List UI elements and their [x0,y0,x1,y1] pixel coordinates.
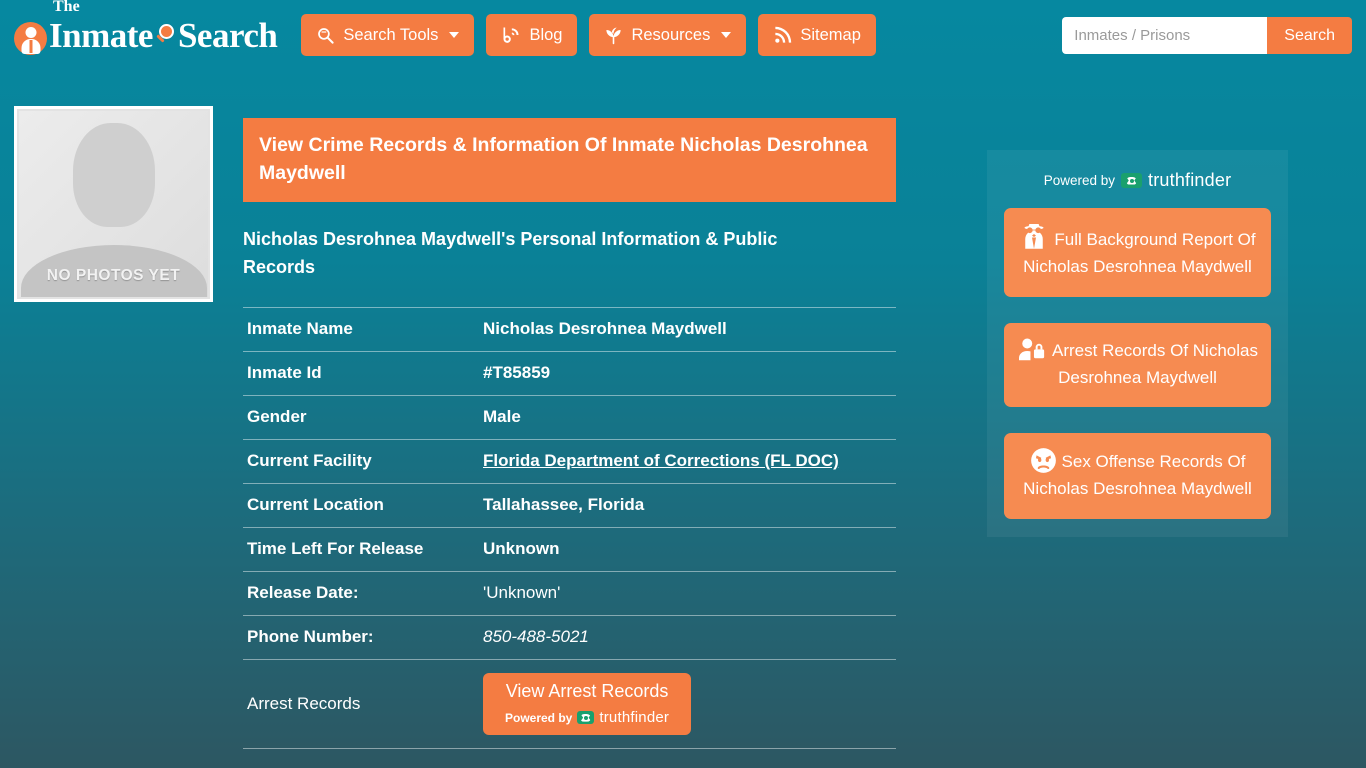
table-row: Current Facility Florida Department of C… [243,439,896,484]
blog-icon [501,25,521,45]
row-value-gender: Male [483,407,521,427]
angry-face-icon [1030,447,1057,474]
page-body: NO PHOTOS YET View Crime Records & Infor… [0,70,1366,768]
nav-resources-label: Resources [631,25,711,44]
magnifier-icon [155,23,177,46]
arrest-records-text: Arrest Records Of Nicholas Desrohnea May… [1052,340,1258,387]
main-nav: Search Tools Blog Resources Sitemap [301,14,876,56]
view-arrest-records-button[interactable]: View Arrest Records Powered by truthfind… [483,673,692,736]
table-row: Phone Number: 850-488-5021 [243,615,896,660]
chevron-down-icon [721,32,732,38]
truthfinder-brand-text: truthfinder [599,709,670,727]
row-label-current-facility: Current Facility [247,451,372,471]
view-arrest-records-label: View Arrest Records [505,681,669,702]
detective-icon [1019,222,1049,252]
site-header: The Inmate Search Search Tools Blog Reso… [0,0,1366,70]
user-lock-icon [1017,337,1047,363]
sidebar-powered-by: Powered by truthfinder [1004,170,1271,191]
truthfinder-logo-icon [1121,173,1143,188]
table-row: Current Location Tallahassee, Florida [243,483,896,528]
search-input[interactable] [1062,17,1268,54]
table-row: Gender Male [243,395,896,440]
row-label-inmate-id: Inmate Id [247,363,322,383]
nav-search-tools-label: Search Tools [343,25,439,44]
table-row: Inmate Id #T85859 [243,351,896,396]
table-row: Time Left For Release Unknown [243,527,896,572]
table-row: Inmate Name Nicholas Desrohnea Maydwell [243,307,896,352]
logo-inmate-text: Inmate [49,15,153,55]
photo-caption: NO PHOTOS YET [46,267,181,284]
powered-by-truthfinder: Powered by truthfinder [505,710,669,725]
row-label-phone-number: Phone Number: [247,627,374,647]
inmate-photo: NO PHOTOS YET [14,106,213,302]
sidebar-powered-by-text: Powered by [1043,173,1116,188]
nav-sitemap-label: Sitemap [800,25,861,44]
person-icon [14,21,47,55]
sidebar-truthfinder-brand-text: truthfinder [1148,170,1232,190]
table-row: Arrest Records View Arrest Records Power… [243,659,896,749]
full-background-report-text: Full Background Report Of Nicholas Desro… [1023,230,1256,276]
row-label-time-left: Time Left For Release [247,539,424,559]
nav-blog-label: Blog [529,25,563,44]
row-value-release-date: 'Unknown' [483,583,561,603]
logo-wordmark: The Inmate Search [49,0,278,55]
page-title: View Crime Records & Information Of Inma… [243,118,896,203]
nav-blog-button[interactable]: Blog [486,14,578,56]
sex-offense-records-card[interactable]: Sex Offense Records Of Nicholas Desrohne… [1004,433,1271,520]
chevron-down-icon [449,32,460,38]
row-label-gender: Gender [247,407,307,427]
logo-search-text: Search [177,15,278,55]
row-value-time-left: Unknown [483,539,560,559]
site-logo[interactable]: The Inmate Search [14,0,278,59]
leaf-icon [604,26,623,45]
table-row: Release Date: 'Unknown' [243,571,896,616]
avatar-head [72,123,155,227]
arrest-records-card[interactable]: Arrest Records Of Nicholas Desrohnea May… [1004,322,1271,408]
row-value-current-location: Tallahassee, Florida [483,495,645,515]
inmate-info-table: Inmate Name Nicholas Desrohnea Maydwell … [243,307,896,749]
search-button[interactable]: Search [1267,17,1352,54]
main-content: View Crime Records & Information Of Inma… [243,70,896,749]
nav-search-tools-button[interactable]: Search Tools [301,14,475,56]
row-label-current-location: Current Location [247,495,384,515]
powered-by-text: Powered by [505,710,573,725]
logo-the-text: The [53,0,80,15]
row-value-current-facility-link[interactable]: Florida Department of Corrections (FL DO… [483,451,839,470]
search-tools-icon [316,26,335,45]
header-search: Search [1062,17,1352,54]
row-label-release-date: Release Date: [247,583,359,603]
sex-offense-records-text: Sex Offense Records Of Nicholas Desrohne… [1023,452,1252,499]
nav-resources-button[interactable]: Resources [589,14,747,56]
full-background-report-card[interactable]: Full Background Report Of Nicholas Desro… [1004,208,1271,297]
row-value-inmate-name: Nicholas Desrohnea Maydwell [483,319,727,339]
promo-sidebar: Powered by truthfinder Full Background R… [987,150,1288,538]
page-subtitle: Nicholas Desrohnea Maydwell's Personal I… [243,229,778,278]
row-label-arrest-records: Arrest Records [247,694,361,714]
row-value-phone-number: 850-488-5021 [483,627,589,647]
truthfinder-logo-icon [577,711,595,725]
row-label-inmate-name: Inmate Name [247,319,353,339]
rss-icon [773,26,792,45]
nav-sitemap-button[interactable]: Sitemap [758,14,876,56]
row-value-inmate-id: #T85859 [483,363,551,383]
